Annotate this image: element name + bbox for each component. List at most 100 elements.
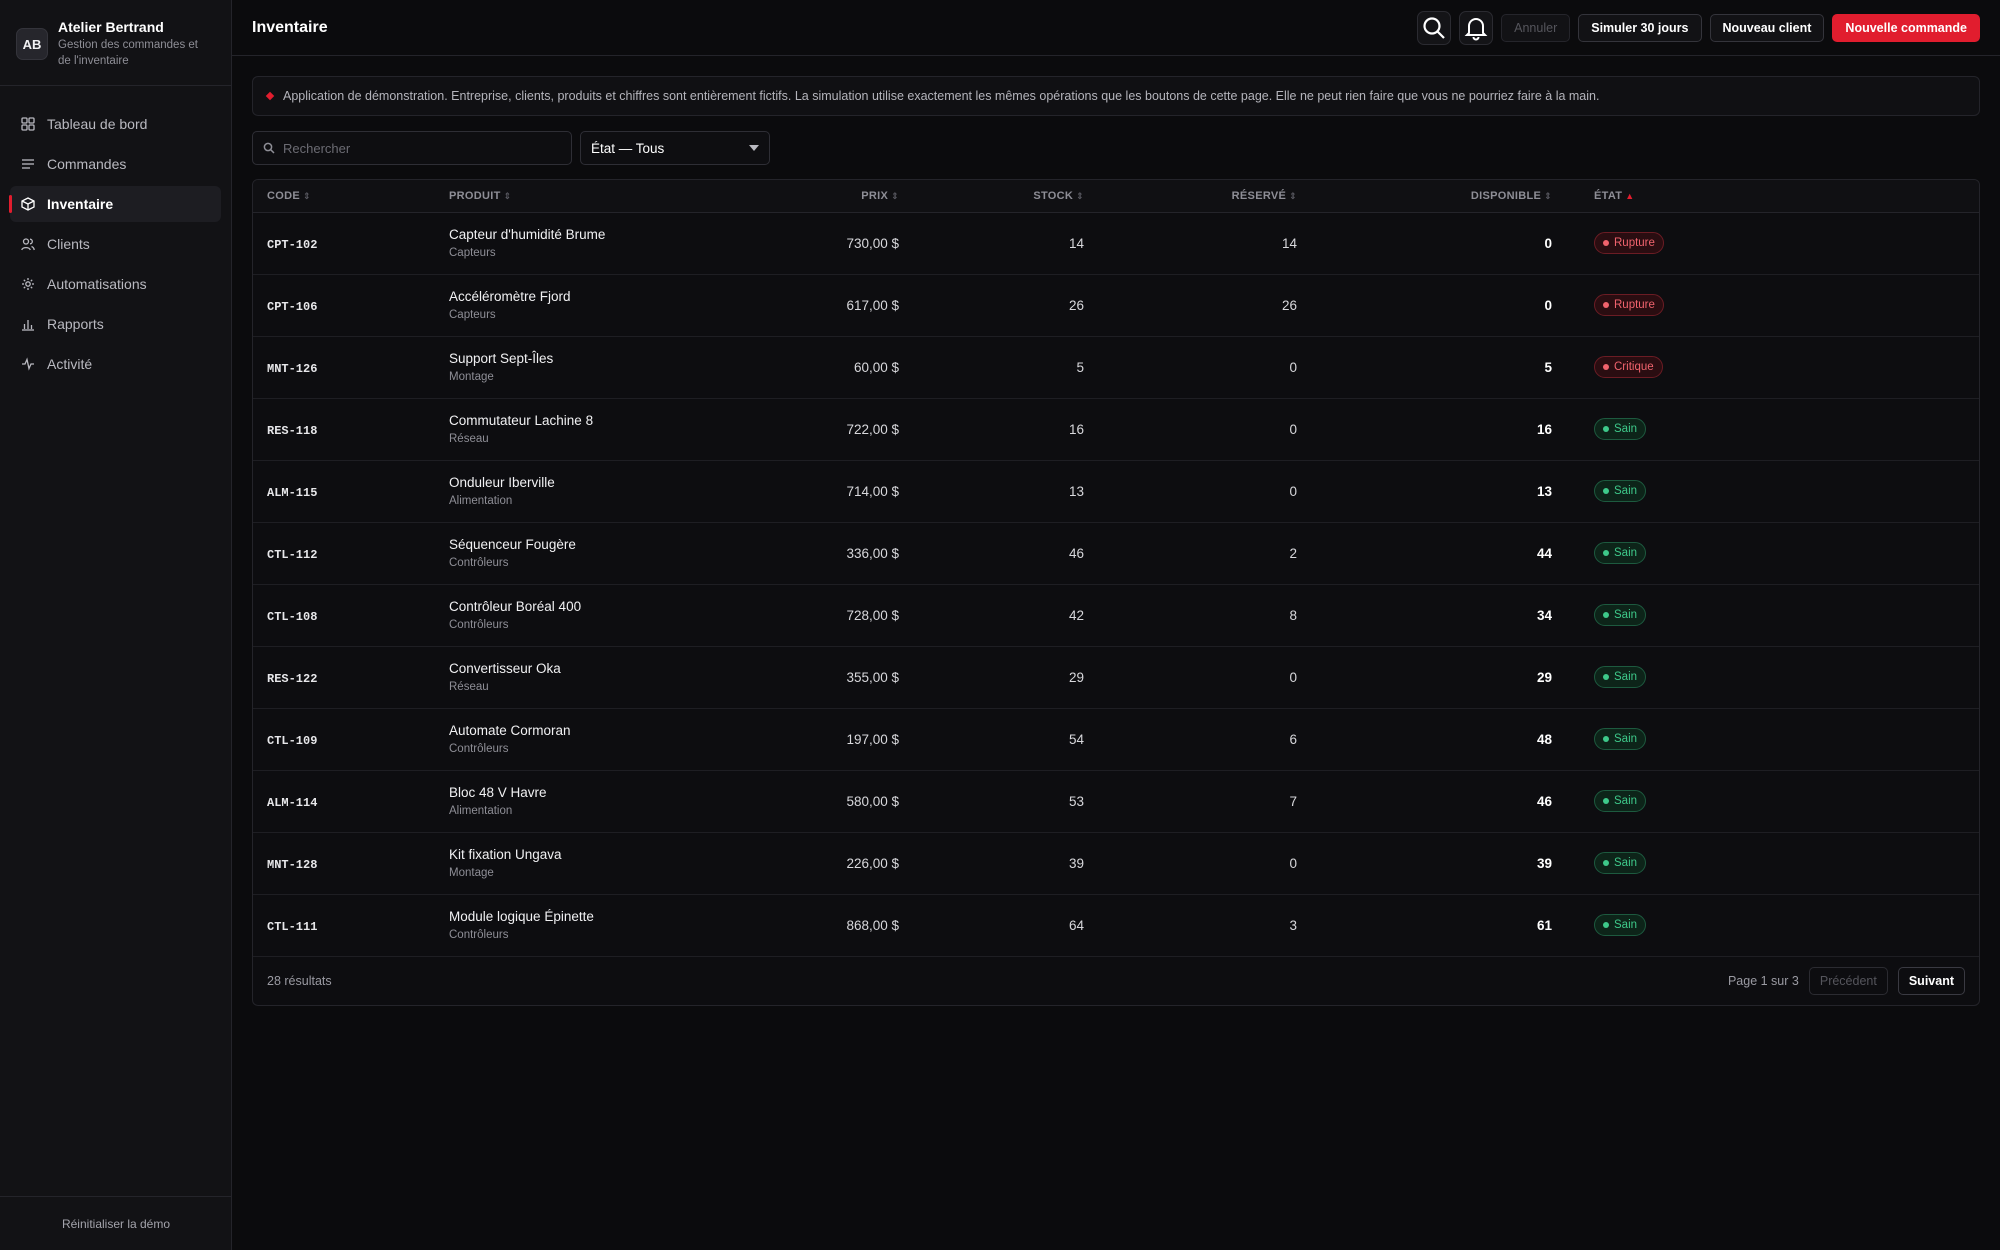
- diamond-icon: [265, 91, 275, 101]
- cell-reserved: 0: [1098, 832, 1311, 895]
- table-row[interactable]: CPT-106 Accéléromètre Fjord Capteurs 617,00…: [253, 274, 1979, 337]
- status-label: Rupture: [1614, 299, 1655, 311]
- table-row[interactable]: CPT-102 Capteur d'humidité Brume Capteurs 7…: [253, 212, 1979, 275]
- product-category: Montage: [449, 866, 494, 879]
- status-badge: Sain: [1594, 728, 1647, 750]
- sidebar-item-reports[interactable]: Rapports: [10, 306, 221, 342]
- status-badge: Sain: [1594, 852, 1647, 874]
- status-label: Sain: [1614, 547, 1638, 559]
- sidebar-item-orders[interactable]: Commandes: [10, 146, 221, 182]
- status-label: Critique: [1614, 361, 1654, 373]
- sidebar-item-automations[interactable]: Automatisations: [10, 266, 221, 302]
- product-name: Bloc 48 V Havre: [449, 784, 547, 800]
- status-label: Sain: [1614, 671, 1638, 683]
- status-dot-icon: [1603, 426, 1609, 432]
- column-header-available[interactable]: DISPONIBLE ⇕: [1311, 180, 1566, 213]
- cell-price: 60,00 $: [775, 336, 913, 399]
- column-header-state[interactable]: ÉTAT ▲: [1566, 180, 1979, 213]
- status-badge: Sain: [1594, 790, 1647, 812]
- status-dot-icon: [1603, 674, 1609, 680]
- cell-state: Sain: [1566, 646, 1979, 709]
- product-category: Réseau: [449, 432, 489, 445]
- search-button[interactable]: [1417, 10, 1452, 45]
- table-row[interactable]: ALM-115 Onduleur Iberville Alimentation 714…: [253, 460, 1979, 523]
- previous-page-button[interactable]: Précédent: [1808, 966, 1888, 995]
- sidebar-nav: Tableau de bord Commandes Inventaire Cli…: [0, 86, 231, 382]
- cell-available: 46: [1311, 770, 1566, 833]
- table-row[interactable]: CTL-112 Séquenceur Fougère Contrôleurs 336,…: [253, 522, 1979, 585]
- product-name: Support Sept-Îles: [449, 350, 554, 366]
- sidebar-item-label: Activité: [47, 356, 93, 372]
- column-header-reserved[interactable]: RÉSERVÉ ⇕: [1098, 180, 1311, 213]
- table-row[interactable]: ALM-114 Bloc 48 V Havre Alimentation 580,00…: [253, 770, 1979, 833]
- product-category: Réseau: [449, 680, 489, 693]
- cell-product: Kit fixation Ungava Montage: [435, 832, 775, 895]
- column-header-stock[interactable]: STOCK ⇕: [913, 180, 1098, 213]
- sidebar-item-inventory[interactable]: Inventaire: [9, 186, 221, 222]
- column-header-code[interactable]: CODE ⇕: [253, 180, 435, 213]
- cell-reserved: 0: [1098, 460, 1311, 523]
- new-client-button[interactable]: Nouveau client: [1709, 13, 1825, 42]
- next-page-button[interactable]: Suivant: [1897, 966, 1965, 995]
- cell-code: MNT-126: [253, 336, 435, 399]
- status-label: Sain: [1614, 609, 1638, 621]
- cell-product: Bloc 48 V Havre Alimentation: [435, 770, 775, 833]
- cell-code: ALM-115: [253, 460, 435, 523]
- cell-stock: 64: [913, 894, 1098, 957]
- sort-icon: ⇕: [1289, 190, 1297, 201]
- bell-icon: [1463, 15, 1489, 41]
- product-category: Alimentation: [449, 804, 513, 817]
- cell-code: RES-122: [253, 646, 435, 709]
- column-header-price[interactable]: PRIX ⇕: [775, 180, 913, 213]
- new-order-button[interactable]: Nouvelle commande: [1832, 13, 1980, 42]
- brand-avatar: AB: [16, 28, 48, 60]
- table-row[interactable]: CTL-109 Automate Cormoran Contrôleurs 197,0…: [253, 708, 1979, 771]
- table-row[interactable]: RES-122 Convertisseur Oka Réseau 355,00 $29…: [253, 646, 1979, 709]
- list-icon: [21, 157, 35, 171]
- cell-reserved: 14: [1098, 212, 1311, 275]
- cell-price: 336,00 $: [775, 522, 913, 585]
- topbar: Inventaire Annuler Simuler 30 jours Nouv…: [232, 0, 2000, 56]
- product-code: CTL-109: [267, 733, 318, 748]
- cell-code: RES-118: [253, 398, 435, 461]
- table-row[interactable]: CTL-108 Contrôleur Boréal 400 Contrôleurs 7…: [253, 584, 1979, 647]
- cell-stock: 13: [913, 460, 1098, 523]
- table-header: CODE ⇕ PRODUIT ⇕ PRIX ⇕ STOCK ⇕ RÉSERVÉ ⇕ DIS…: [253, 180, 1979, 213]
- cell-stock: 54: [913, 708, 1098, 771]
- search-input[interactable]: [283, 140, 563, 156]
- cell-code: CPT-106: [253, 274, 435, 337]
- status-badge: Sain: [1594, 480, 1647, 502]
- product-name: Séquenceur Fougère: [449, 536, 576, 552]
- status-badge: Sain: [1594, 418, 1647, 440]
- table-row[interactable]: RES-118 Commutateur Lachine 8 Réseau 722,00…: [253, 398, 1979, 461]
- users-icon: [21, 237, 35, 251]
- product-code: CTL-112: [267, 547, 318, 562]
- table-row[interactable]: MNT-128 Kit fixation Ungava Montage 226,00 …: [253, 832, 1979, 895]
- cell-reserved: 0: [1098, 398, 1311, 461]
- product-code: MNT-126: [267, 361, 318, 376]
- notifications-button[interactable]: [1459, 10, 1494, 45]
- table-row[interactable]: CTL-111 Module logique Épinette Contrôleur…: [253, 894, 1979, 957]
- status-dot-icon: [1603, 240, 1609, 246]
- product-name: Module logique Épinette: [449, 908, 594, 924]
- cell-state: Sain: [1566, 460, 1979, 523]
- cell-price: 714,00 $: [775, 460, 913, 523]
- simulate-button[interactable]: Simuler 30 jours: [1578, 13, 1702, 42]
- column-header-product[interactable]: PRODUIT ⇕: [435, 180, 775, 213]
- cell-available: 29: [1311, 646, 1566, 709]
- undo-button[interactable]: Annuler: [1501, 13, 1571, 42]
- state-filter-select[interactable]: État — Tous: [580, 131, 770, 165]
- sort-icon: ⇕: [302, 190, 311, 201]
- cell-price: 868,00 $: [775, 894, 913, 957]
- cell-available: 34: [1311, 584, 1566, 647]
- sidebar-item-activity[interactable]: Activité: [10, 346, 221, 382]
- reset-demo-button[interactable]: Réinitialiser la démo: [0, 1196, 232, 1250]
- sidebar-item-dashboard[interactable]: Tableau de bord: [10, 106, 221, 142]
- cell-code: MNT-128: [253, 832, 435, 895]
- table-row[interactable]: MNT-126 Support Sept-Îles Montage 60,00 $5 0…: [253, 336, 1979, 399]
- sidebar: AB Atelier Bertrand Gestion des commande…: [0, 0, 232, 1250]
- sidebar-item-clients[interactable]: Clients: [10, 226, 221, 262]
- product-name: Convertisseur Oka: [449, 660, 561, 676]
- product-category: Montage: [449, 370, 494, 383]
- status-label: Sain: [1614, 857, 1638, 869]
